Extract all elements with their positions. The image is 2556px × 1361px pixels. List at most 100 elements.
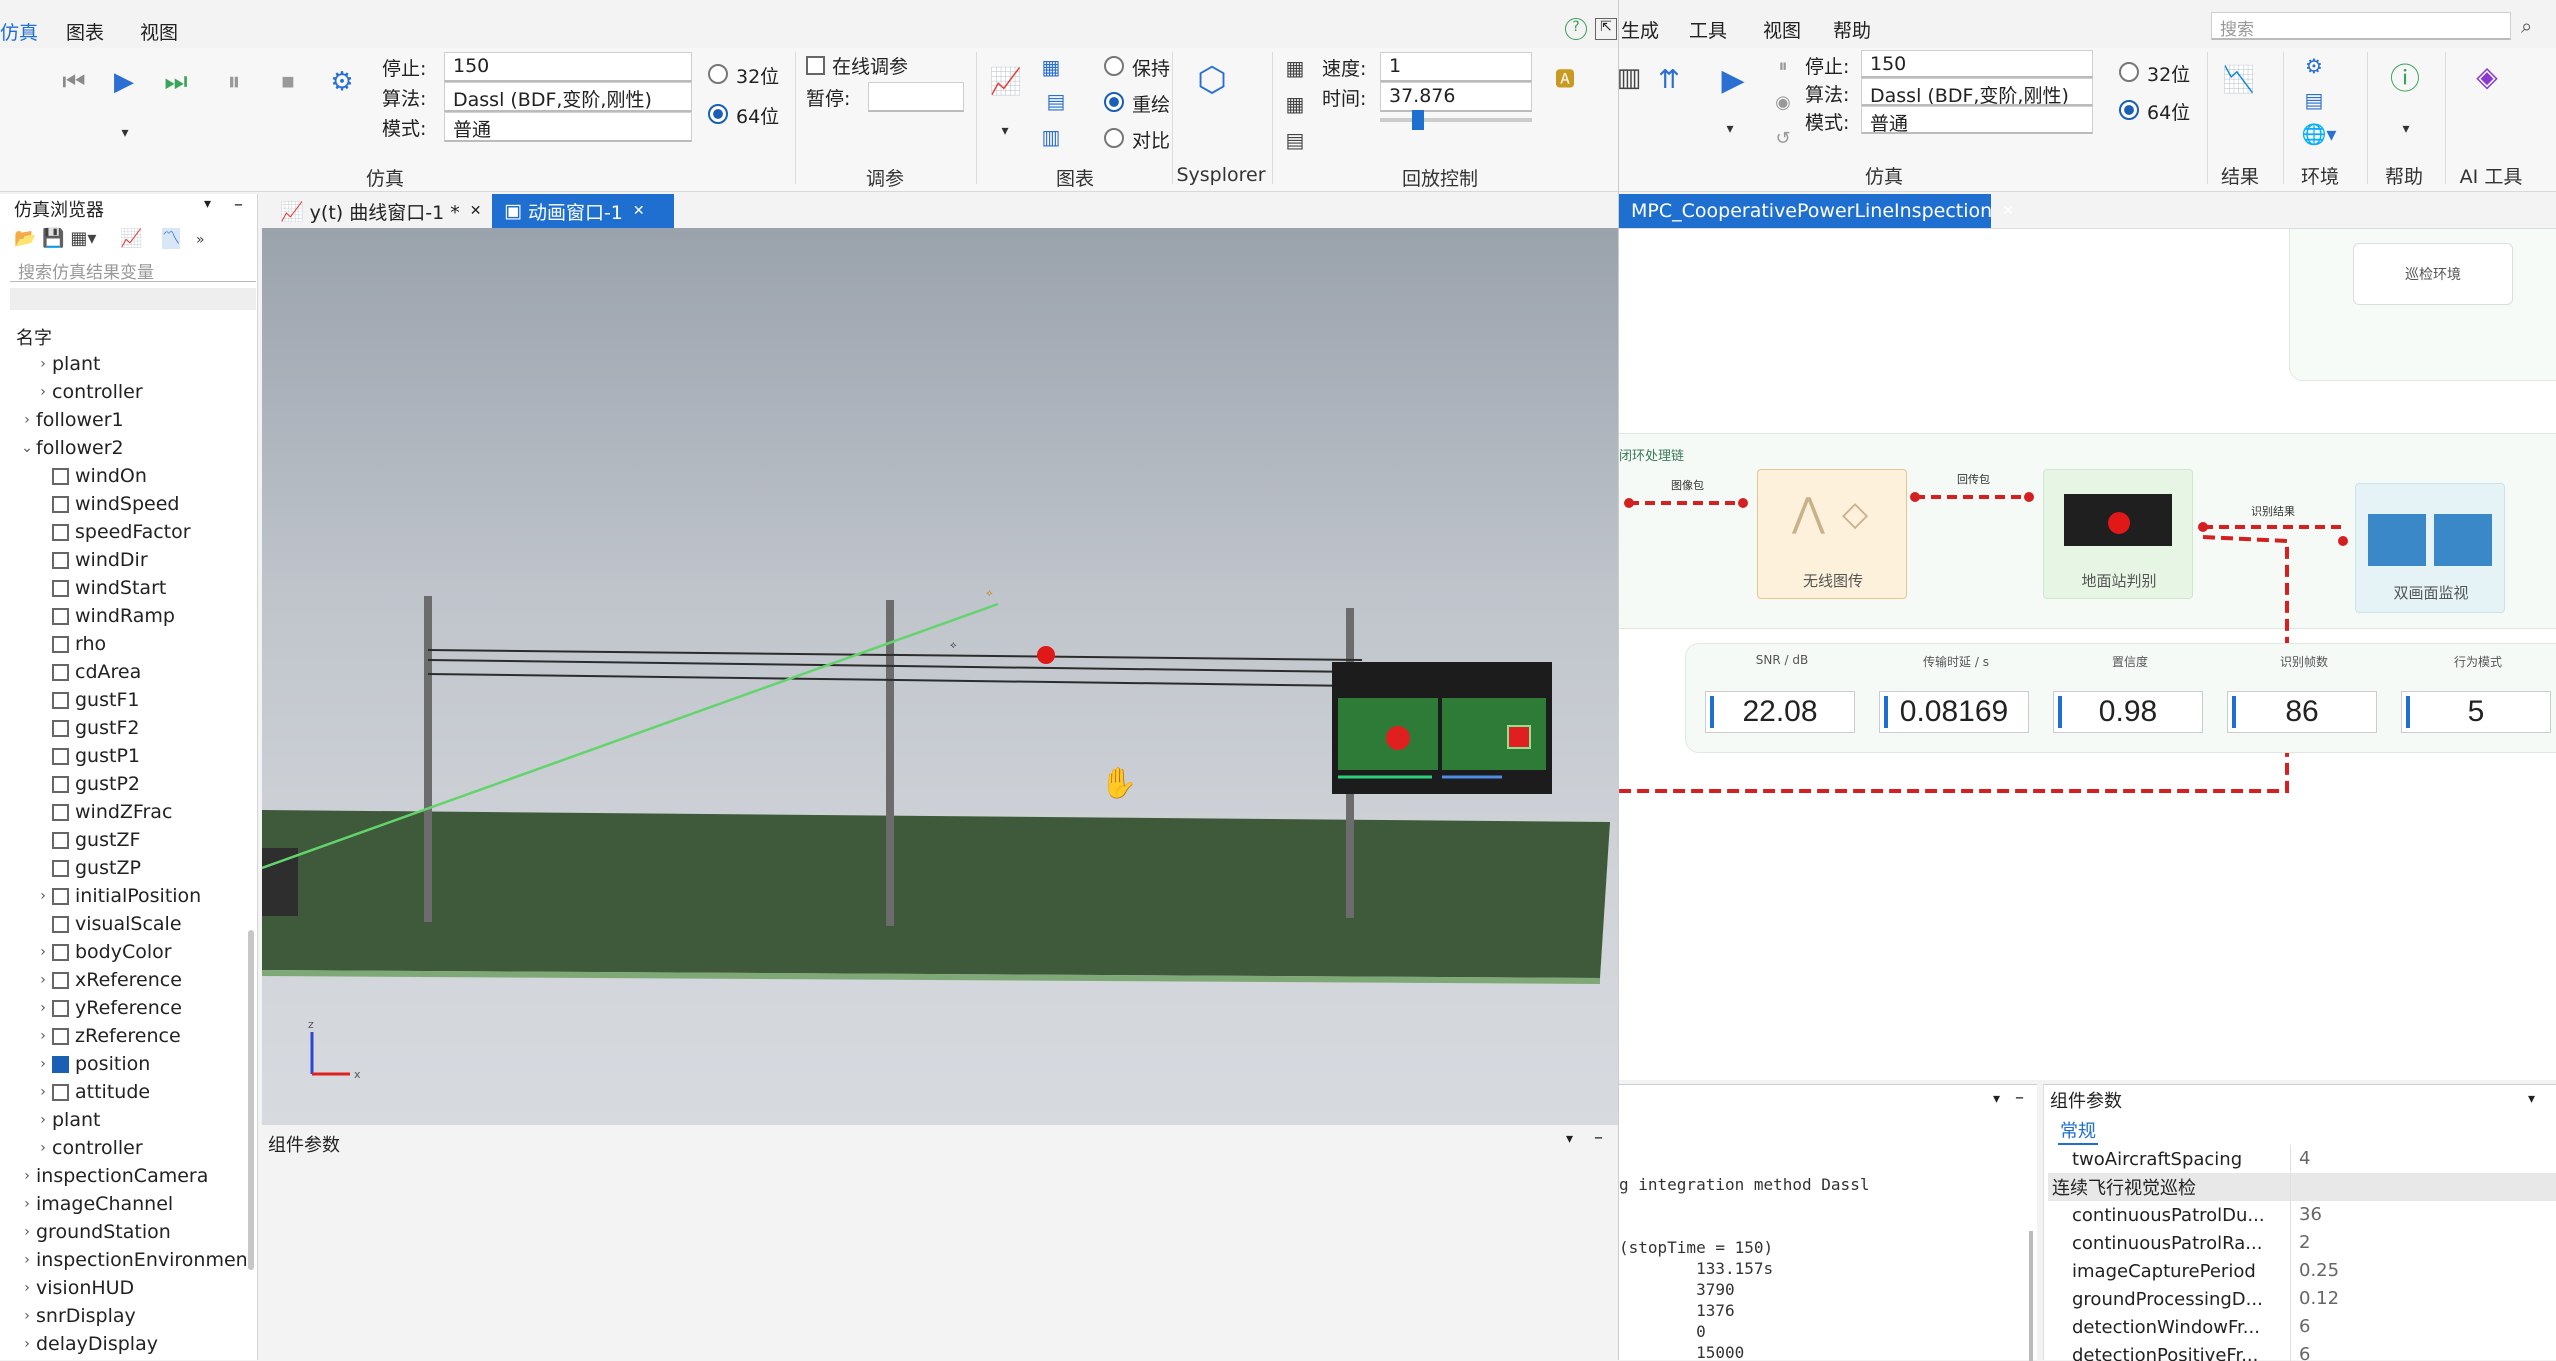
tree-item[interactable]: windDir xyxy=(34,546,148,574)
tree-item-checkbox[interactable] xyxy=(52,636,69,653)
right-bit32-radio[interactable] xyxy=(2119,62,2139,82)
tree-item[interactable]: ›plant xyxy=(34,350,100,378)
more-icon[interactable]: » xyxy=(196,232,205,248)
chevron-right-icon[interactable]: › xyxy=(34,944,52,960)
param-value[interactable] xyxy=(2290,1173,2299,1201)
tab-close-icon[interactable]: ✕ xyxy=(633,203,645,219)
reset-small-icon[interactable]: ↺ xyxy=(1769,124,1797,152)
tree-item[interactable]: ›inspectionCamera xyxy=(18,1162,208,1190)
plot-icon[interactable]: 📈 xyxy=(120,228,142,249)
tree-item[interactable]: ›yReference xyxy=(34,994,182,1022)
stop-time-input[interactable]: 150 xyxy=(444,52,692,82)
run-dropdown-icon[interactable]: ▾ xyxy=(1715,114,1745,144)
menu-view-right[interactable]: 视图 xyxy=(1763,16,1801,43)
tree-item[interactable]: ›controller xyxy=(34,378,143,406)
help-dropdown-icon[interactable]: ▾ xyxy=(2391,114,2421,144)
chevron-right-icon[interactable]: › xyxy=(18,1196,36,1212)
playback-calendar-icon[interactable]: ▦ xyxy=(1280,54,1310,82)
menu-help[interactable]: 帮助 xyxy=(1833,16,1871,43)
tree-item[interactable]: ⌄follower2 xyxy=(18,434,124,462)
param-row[interactable]: twoAircraftSpacing4 xyxy=(2048,1145,2556,1173)
param-value[interactable]: 6 xyxy=(2290,1313,2310,1341)
tree-item-checkbox[interactable] xyxy=(52,1056,69,1073)
param-value[interactable]: 0.25 xyxy=(2290,1257,2339,1285)
chart-active-icon[interactable]: 〽 xyxy=(162,228,180,249)
keep-radio[interactable] xyxy=(1104,56,1124,76)
animation-3d-viewport[interactable]: ⟡ ⟡ x z ✋ xyxy=(262,228,1618,1124)
panel-menu-arrow-icon[interactable]: ▾ xyxy=(204,196,211,212)
panel-minimize-icon[interactable]: – xyxy=(2015,1087,2024,1108)
redraw-radio[interactable] xyxy=(1104,92,1124,112)
param-value[interactable]: 2 xyxy=(2290,1229,2310,1257)
tree-item[interactable]: gustP2 xyxy=(34,770,140,798)
tree-item[interactable]: ›controller xyxy=(34,1134,143,1162)
chevron-down-icon[interactable]: ⌄ xyxy=(18,440,36,456)
step-forward-icon[interactable]: ⏭ xyxy=(156,62,196,102)
chevron-right-icon[interactable]: › xyxy=(34,356,52,372)
tree-item[interactable]: ›xReference xyxy=(34,966,182,994)
stop-icon[interactable]: ⏹ xyxy=(268,62,308,102)
tree-item[interactable]: gustZF xyxy=(34,826,140,854)
chevron-right-icon[interactable]: › xyxy=(34,384,52,400)
tree-item-checkbox[interactable] xyxy=(52,580,69,597)
tree-item-checkbox[interactable] xyxy=(52,552,69,569)
tree-item[interactable]: ›position xyxy=(34,1050,150,1078)
browser-scrollbar[interactable] xyxy=(248,930,254,1270)
panel-menu-arrow-icon[interactable]: ▾ xyxy=(1566,1131,1573,1147)
tree-item-checkbox[interactable] xyxy=(52,664,69,681)
tree-item[interactable]: visualScale xyxy=(34,910,182,938)
tab-close-icon[interactable]: ✕ xyxy=(2002,203,2014,219)
tree-item-checkbox[interactable] xyxy=(52,468,69,485)
param-tab-general[interactable]: 常规 xyxy=(2058,1117,2098,1145)
dropdown-arrow-icon[interactable]: ▾ xyxy=(110,118,140,148)
time-slider-thumb[interactable] xyxy=(1412,110,1424,130)
stop-small-icon[interactable]: ◉ xyxy=(1769,88,1797,116)
window-restore-icon[interactable]: ⇱ xyxy=(1595,18,1617,40)
menu-view[interactable]: 视图 xyxy=(140,18,178,45)
tree-item-checkbox[interactable] xyxy=(52,524,69,541)
tree-item-checkbox[interactable] xyxy=(52,692,69,709)
tree-item[interactable]: ›attitude xyxy=(34,1078,150,1106)
tree-item-checkbox[interactable] xyxy=(52,860,69,877)
param-value[interactable]: 0.12 xyxy=(2290,1285,2339,1313)
tree-item[interactable]: ›snrDisplay xyxy=(18,1302,136,1330)
window-help-icon[interactable]: ? xyxy=(1565,18,1587,40)
translate-icon[interactable]: ⇈ xyxy=(1647,58,1691,102)
chart-export-icon[interactable]: ▥ xyxy=(1036,124,1066,150)
tree-item[interactable]: windZFrac xyxy=(34,798,172,826)
tree-item[interactable]: cdArea xyxy=(34,658,141,686)
save-icon[interactable]: 💾 xyxy=(42,228,64,249)
tree-item-checkbox[interactable] xyxy=(52,496,69,513)
tree-item-checkbox[interactable] xyxy=(52,608,69,625)
menu-generate[interactable]: 生成 xyxy=(1621,16,1659,43)
tree-item[interactable]: windRamp xyxy=(34,602,175,630)
param-section-row[interactable]: 连续飞行视觉巡检 xyxy=(2048,1173,2556,1201)
chevron-right-icon[interactable]: › xyxy=(18,1224,36,1240)
output-scrollbar[interactable] xyxy=(2029,1231,2033,1361)
tree-item-checkbox[interactable] xyxy=(52,1084,69,1101)
chevron-right-icon[interactable]: › xyxy=(18,1252,36,1268)
results-chart-icon[interactable]: 📉 xyxy=(2217,58,2261,102)
chevron-right-icon[interactable]: › xyxy=(18,1168,36,1184)
panel-menu-arrow-icon[interactable]: ▾ xyxy=(2528,1091,2535,1107)
menu-tools[interactable]: 工具 xyxy=(1689,16,1727,43)
tree-item[interactable]: ›imageChannel xyxy=(18,1190,173,1218)
sim-var-search-input[interactable]: 搜索仿真结果变量 xyxy=(10,256,256,282)
tree-item[interactable]: ›groundStation xyxy=(18,1218,171,1246)
panel-minimize-icon[interactable]: – xyxy=(234,194,243,215)
param-value[interactable]: 36 xyxy=(2290,1201,2322,1229)
speed-select[interactable]: 1 xyxy=(1380,52,1532,82)
tree-item-checkbox[interactable] xyxy=(52,720,69,737)
tree-item-checkbox[interactable] xyxy=(52,776,69,793)
help-circle-icon[interactable]: ⓘ xyxy=(2385,56,2425,96)
chevron-right-icon[interactable]: › xyxy=(18,1336,36,1352)
menu-chart[interactable]: 图表 xyxy=(66,18,104,45)
chevron-right-icon[interactable]: › xyxy=(34,1084,52,1100)
param-row[interactable]: continuousPatrolRa...2 xyxy=(2048,1229,2556,1257)
global-search-input[interactable]: 搜索 xyxy=(2211,12,2511,40)
bit64-radio[interactable] xyxy=(708,104,728,124)
chevron-right-icon[interactable]: › xyxy=(34,1028,52,1044)
param-row[interactable]: detectionPositiveFr...6 xyxy=(2048,1341,2556,1361)
tree-item[interactable]: gustP1 xyxy=(34,742,140,770)
chart-options-icon[interactable]: ▤ xyxy=(1036,88,1076,114)
